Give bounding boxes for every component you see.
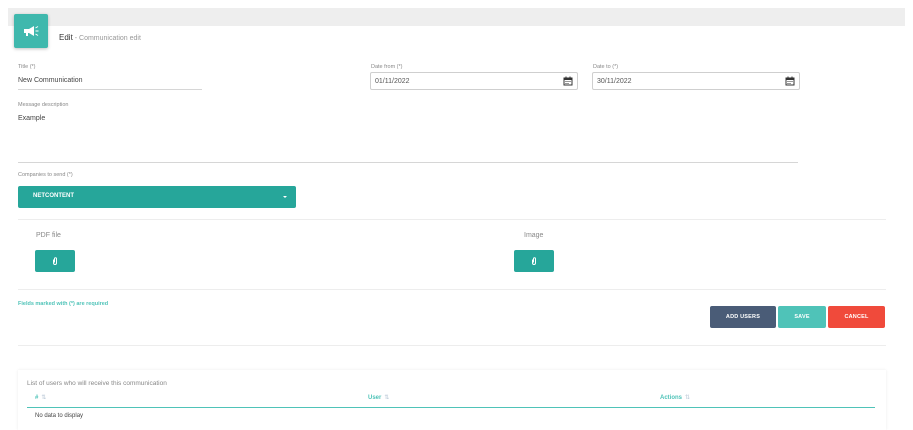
companies-label: Companies to send (*) — [18, 172, 73, 178]
date-from-label: Date from (*) — [371, 64, 403, 70]
header-icon-box — [14, 14, 48, 48]
page-title-main: Edit — [59, 33, 73, 42]
table-header-underline — [27, 407, 875, 408]
image-label: Image — [524, 232, 544, 239]
title-underline — [18, 89, 202, 90]
calendar-icon[interactable] — [785, 76, 795, 86]
column-header-user[interactable]: User ⇅ — [368, 394, 389, 401]
title-input[interactable]: New Communication — [18, 77, 83, 84]
message-label: Message description — [18, 102, 69, 108]
companies-select[interactable]: NETCONTENT — [18, 186, 296, 208]
image-upload-button[interactable] — [514, 250, 554, 272]
paperclip-icon — [53, 257, 57, 265]
sort-icon: ⇅ — [384, 395, 390, 401]
date-from-value: 01/11/2022 — [375, 78, 410, 85]
date-to-field[interactable]: 30/11/2022 — [592, 72, 800, 90]
page-subtitle: Communication edit — [79, 35, 141, 42]
users-table-panel — [18, 370, 886, 430]
users-table-title: List of users who will receive this comm… — [27, 380, 167, 387]
column-header-index-label: # — [35, 395, 39, 401]
companies-selected-value: NETCONTENT — [33, 193, 74, 199]
add-users-button[interactable]: ADD USERS — [710, 306, 776, 328]
column-header-actions-label: Actions — [660, 395, 683, 401]
divider — [18, 345, 886, 346]
page-title: Edit - Communication edit — [59, 33, 141, 42]
save-button[interactable]: SAVE — [778, 306, 826, 328]
megaphone-icon — [24, 26, 39, 36]
divider — [18, 219, 886, 220]
column-header-user-label: User — [368, 395, 382, 401]
date-to-label: Date to (*) — [593, 64, 619, 70]
message-textarea[interactable]: Example — [18, 115, 45, 122]
caret-down-icon — [283, 196, 287, 198]
divider — [18, 289, 886, 290]
sort-icon: ⇅ — [41, 395, 47, 401]
date-to-value: 30/11/2022 — [597, 78, 632, 85]
table-empty-message: No data to display — [35, 413, 84, 419]
cancel-button[interactable]: CANCEL — [828, 306, 885, 328]
title-label: Title (*) — [18, 64, 36, 70]
sort-icon: ⇅ — [685, 395, 691, 401]
pdf-label: PDF file — [36, 232, 61, 239]
column-header-index[interactable]: # ⇅ — [35, 394, 46, 401]
paperclip-icon — [532, 257, 536, 265]
pdf-upload-button[interactable] — [35, 250, 75, 272]
message-underline — [18, 162, 798, 163]
card-header-strip — [8, 8, 905, 26]
calendar-icon[interactable] — [563, 76, 573, 86]
date-from-field[interactable]: 01/11/2022 — [370, 72, 578, 90]
column-header-actions[interactable]: Actions ⇅ — [660, 394, 690, 401]
required-fields-note: Fields marked with (*) are required — [18, 301, 109, 307]
